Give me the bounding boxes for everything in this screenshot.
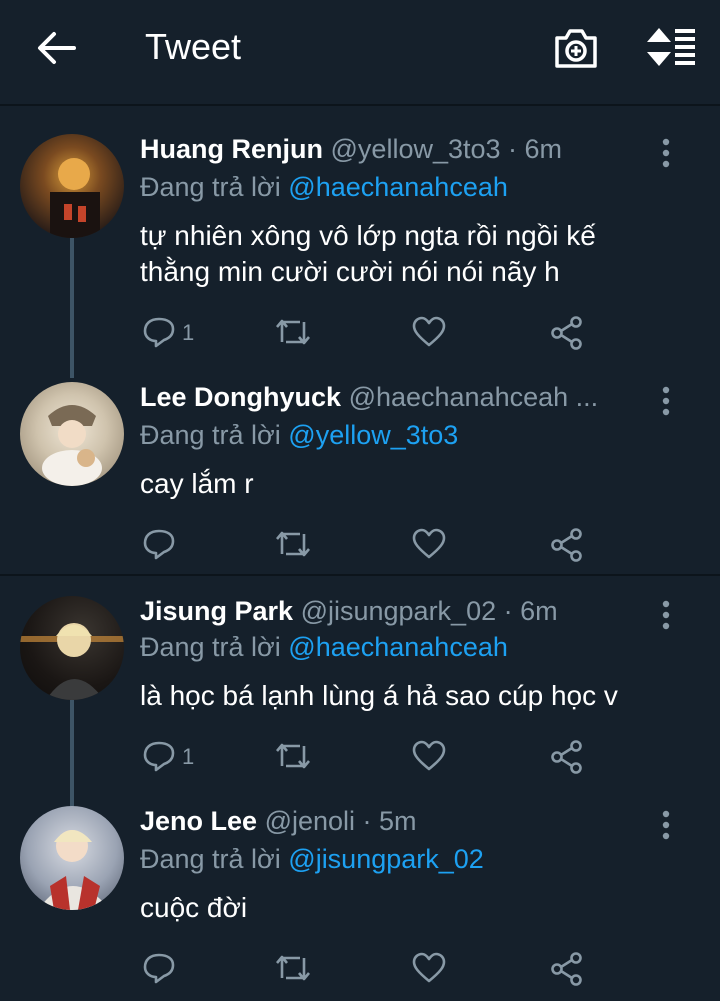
more-options-icon[interactable] — [662, 810, 670, 840]
retweet-icon — [276, 531, 310, 557]
avatar[interactable] — [20, 134, 124, 238]
tweet-actions — [140, 948, 600, 988]
display-name[interactable]: Lee Donghyuck @haechanahceah ... — [140, 382, 598, 413]
tweet-actions: 1 — [140, 736, 600, 776]
share-icon — [551, 528, 582, 562]
reply-context: Đang trả lời @yellow_3to3 — [140, 420, 458, 451]
avatar[interactable] — [20, 806, 124, 910]
more-options-icon[interactable] — [662, 138, 670, 168]
page-title: Tweet — [145, 26, 242, 67]
avatar[interactable] — [20, 382, 124, 486]
handle-time: @jisungpark_02 · 6m — [300, 596, 558, 626]
tweet-text-line: là học bá lạnh lùng á hả sao cúp học v — [140, 680, 618, 711]
more-options-icon[interactable] — [662, 600, 670, 630]
display-name[interactable]: Jisung Park @jisungpark_02 · 6m — [140, 596, 558, 627]
tweet-text: tự nhiên xông vô lớp ngta rồi ngồi kế th… — [140, 218, 700, 290]
tweet-item[interactable]: Lee Donghyuck @haechanahceah ... Đang tr… — [0, 356, 720, 574]
tweet-text: cay lắm r — [140, 466, 700, 502]
handle-time: @jenoli · 5m — [264, 806, 417, 836]
heart-icon — [412, 952, 446, 983]
reply-context: Đang trả lời @haechanahceah — [140, 632, 508, 663]
reply-mention-link[interactable]: @yellow_3to3 — [288, 420, 458, 450]
avatar-image — [50, 158, 100, 238]
display-name-text: Lee Donghyuck — [140, 382, 342, 412]
reply-mention-link[interactable]: @jisungpark_02 — [288, 844, 484, 874]
display-name[interactable]: Jeno Lee @jenoli · 5m — [140, 806, 417, 837]
arrow-left-icon[interactable] — [34, 28, 78, 68]
reply-prefix: Đang trả lời — [140, 844, 281, 874]
reply-context: Đang trả lời @haechanahceah — [140, 172, 508, 203]
avatar[interactable] — [20, 596, 124, 700]
tweet-actions: 1 — [140, 312, 600, 352]
reply-icon — [143, 529, 175, 560]
share-icon — [551, 316, 582, 350]
display-name-text: Huang Renjun — [140, 134, 323, 164]
reply-context: Đang trả lời @jisungpark_02 — [140, 844, 484, 875]
tweet-text-line: cay lắm r — [140, 468, 254, 499]
avatar-image — [38, 830, 110, 910]
display-name-text: Jisung Park — [140, 596, 294, 626]
tweet-actions — [140, 524, 600, 564]
tweet-text-line: cuộc đời — [140, 892, 248, 923]
sort-icon[interactable] — [645, 26, 697, 68]
share-icon — [551, 740, 582, 774]
tweet-item[interactable]: Jeno Lee @jenoli · 5m Đang trả lời @jisu… — [0, 790, 720, 1001]
reply-prefix: Đang trả lời — [140, 632, 281, 662]
display-name[interactable]: Huang Renjun @yellow_3to3 · 6m — [140, 134, 562, 165]
handle-time: @haechanahceah ... — [348, 382, 599, 412]
reply-prefix: Đang trả lời — [140, 172, 281, 202]
retweet-icon — [276, 955, 310, 981]
reply-count: 1 — [182, 744, 195, 769]
reply-prefix: Đang trả lời — [140, 420, 281, 450]
reply-mention-link[interactable]: @haechanahceah — [288, 632, 508, 662]
share-icon — [551, 952, 582, 986]
retweet-icon — [276, 743, 310, 769]
tweet-text-line: thằng min cười cười nói nói nãy h — [140, 256, 560, 287]
reply-count: 1 — [182, 320, 195, 345]
tweet-text-line: tự nhiên xông vô lớp ngta rồi ngồi kế — [140, 220, 596, 251]
tweet-text: cuộc đời — [140, 890, 700, 926]
reply-mention-link[interactable]: @haechanahceah — [288, 172, 508, 202]
heart-icon — [412, 316, 446, 347]
more-options-icon[interactable] — [662, 386, 670, 416]
handle-time: @yellow_3to3 · 6m — [330, 134, 563, 164]
reply-icon — [143, 741, 175, 772]
tweet-text: là học bá lạnh lùng á hả sao cúp học v — [140, 678, 700, 714]
tweet-item[interactable]: Jisung Park @jisungpark_02 · 6m Đang trả… — [0, 576, 720, 810]
avatar-image — [20, 623, 124, 700]
heart-icon — [412, 740, 446, 771]
tweet-item[interactable]: Huang Renjun @yellow_3to3 · 6m Đang trả … — [0, 106, 720, 378]
reply-icon — [143, 953, 175, 984]
reply-icon — [143, 317, 175, 348]
retweet-icon — [276, 319, 310, 345]
camera-add-icon[interactable] — [553, 26, 599, 70]
heart-icon — [412, 528, 446, 559]
top-bar: Tweet — [0, 0, 720, 106]
avatar-image — [42, 405, 102, 486]
display-name-text: Jeno Lee — [140, 806, 258, 836]
